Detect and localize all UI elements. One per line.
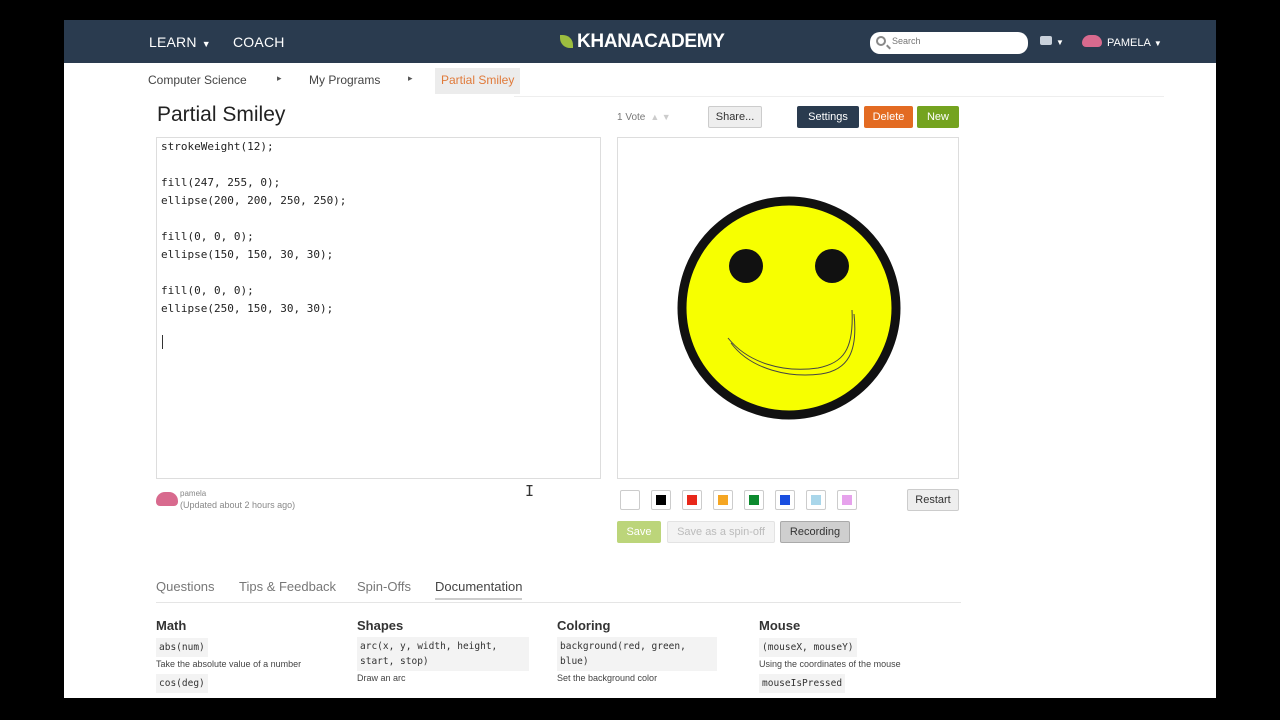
tab-documentation[interactable]: Documentation (435, 579, 523, 600)
recording-button[interactable]: Recording (780, 521, 850, 543)
delete-button[interactable]: Delete (864, 106, 913, 128)
chevron-down-icon: ▼ (201, 39, 211, 49)
user-name: PAMELA (1107, 37, 1151, 49)
doc-function[interactable]: background(red, green, blue) (557, 637, 717, 671)
swatch-blue[interactable] (775, 490, 795, 510)
breadcrumb-separator-icon: ▸ (408, 73, 413, 83)
avatar[interactable] (156, 492, 178, 506)
chevron-down-icon: ▼ (1153, 39, 1162, 48)
notifications-menu[interactable]: ▼ (1040, 36, 1064, 48)
swatch-color (687, 495, 697, 505)
doc-heading: Coloring (557, 618, 611, 633)
save-button[interactable]: Save (617, 521, 661, 543)
vote-count-label: 1 Vote (617, 112, 646, 123)
doc-section-mouse: Mouse (mouseX, mouseY) Using the coordin… (759, 618, 959, 693)
breadcrumb-my-programs[interactable]: My Programs (309, 73, 380, 87)
swatch-color (811, 495, 821, 505)
smiley-right-eye (815, 249, 849, 283)
swatch-green[interactable] (744, 490, 764, 510)
doc-description: Set the background color (557, 673, 658, 683)
swatch-red[interactable] (682, 490, 702, 510)
breadcrumb-separator-icon: ▸ (277, 73, 282, 83)
breadcrumb-computer-science[interactable]: Computer Science (148, 73, 247, 87)
search-input[interactable] (892, 36, 1022, 46)
doc-description: Draw an arc (357, 673, 406, 683)
vote-count[interactable]: 1 Vote ▲ ▼ (617, 112, 671, 123)
text-caret (162, 335, 163, 349)
code-line: ellipse(150, 150, 30, 30); (161, 248, 334, 261)
smiley-drawing (677, 196, 901, 420)
smiley-face (677, 196, 901, 420)
author-name[interactable]: pamela (180, 489, 206, 498)
search-box[interactable] (870, 32, 1028, 54)
swatch-color (656, 495, 666, 505)
restart-button[interactable]: Restart (907, 489, 959, 511)
swatch-white[interactable] (620, 490, 640, 510)
text-cursor-icon: I (525, 482, 535, 500)
tab-spin-offs[interactable]: Spin-Offs (357, 579, 411, 594)
breadcrumb-current: Partial Smiley (435, 68, 521, 94)
code-line: fill(0, 0, 0); (161, 284, 254, 297)
doc-heading: Mouse (759, 618, 801, 633)
swatch-orange[interactable] (713, 490, 733, 510)
tab-tips-feedback[interactable]: Tips & Feedback (239, 579, 336, 594)
code-line: fill(247, 255, 0); (161, 176, 281, 189)
doc-function[interactable]: (mouseX, mouseY) (759, 638, 857, 657)
doc-function[interactable]: mouseIsPressed (759, 674, 846, 693)
swatch-pink[interactable] (837, 490, 857, 510)
code-line: strokeWeight(12); (161, 140, 274, 153)
chevron-down-icon: ▼ (1056, 38, 1064, 47)
top-navigation-bar: LEARN▼ COACH KHANACADEMY ▼ PAMELA▼ (64, 20, 1216, 63)
doc-function[interactable]: cos(deg) (156, 674, 208, 693)
last-updated: (Updated about 2 hours ago) (180, 500, 296, 510)
doc-description: Take the absolute value of a number (156, 659, 302, 669)
swatch-color (842, 495, 852, 505)
learn-menu[interactable]: LEARN ▼ (149, 34, 211, 50)
chat-bubble-icon (1040, 36, 1052, 45)
doc-heading: Math (156, 618, 187, 633)
vote-arrows-icon[interactable]: ▲ ▼ (650, 112, 670, 122)
doc-section-coloring: Coloring background(red, green, blue) Se… (557, 618, 717, 687)
swatch-color (625, 495, 635, 505)
logo-text: KHANACADEMY (577, 31, 725, 52)
share-button[interactable]: Share... (708, 106, 762, 128)
swatch-light-blue[interactable] (806, 490, 826, 510)
learn-label: LEARN (149, 34, 197, 50)
doc-section-shapes: Shapes arc(x, y, width, height, start, s… (357, 618, 529, 687)
leaf-icon (560, 35, 573, 48)
swatch-color (749, 495, 759, 505)
swatch-black[interactable] (651, 490, 671, 510)
swatch-color (780, 495, 790, 505)
smiley-left-eye (729, 249, 763, 283)
doc-function[interactable]: arc(x, y, width, height, start, stop) (357, 637, 529, 671)
save-as-spinoff-button[interactable]: Save as a spin-off (667, 521, 775, 543)
doc-description: Using the coordinates of the mouse (759, 659, 901, 669)
khan-academy-logo[interactable]: KHANACADEMY (560, 31, 725, 53)
divider (514, 96, 1164, 97)
browser-viewport: LEARN▼ COACH KHANACADEMY ▼ PAMELA▼ Compu… (64, 20, 1216, 698)
page-title: Partial Smiley (157, 103, 286, 126)
settings-button[interactable]: Settings (797, 106, 859, 128)
output-canvas[interactable] (617, 137, 959, 479)
code-line: ellipse(250, 150, 30, 30); (161, 302, 334, 315)
code-editor[interactable]: strokeWeight(12); fill(247, 255, 0); ellip… (156, 137, 601, 500)
new-button[interactable]: New (917, 106, 959, 128)
doc-heading: Shapes (357, 618, 404, 633)
swatch-color (718, 495, 728, 505)
user-menu[interactable]: PAMELA ▼ (1082, 35, 1162, 49)
doc-section-math: Math abs(num) Take the absolute value of… (156, 618, 346, 693)
search-icon (876, 36, 886, 46)
code-line: ellipse(200, 200, 250, 250); (161, 194, 347, 207)
program-tabs: Questions Tips & Feedback Spin-Offs Docu… (156, 579, 961, 603)
avatar (1082, 35, 1102, 47)
tab-questions[interactable]: Questions (156, 579, 215, 594)
coach-link[interactable]: COACH (233, 34, 285, 50)
code-line: fill(0, 0, 0); (161, 230, 254, 243)
doc-function[interactable]: abs(num) (156, 638, 208, 657)
